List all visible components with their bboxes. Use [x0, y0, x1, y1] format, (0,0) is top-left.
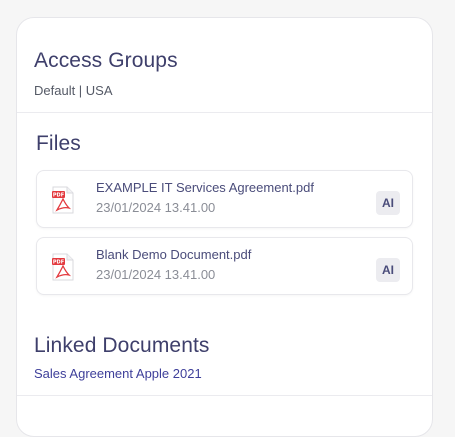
- ai-button[interactable]: AI: [376, 258, 400, 282]
- divider: [17, 395, 432, 396]
- access-groups-section: Access Groups Default | USA: [17, 18, 432, 113]
- access-groups-value: Default | USA: [34, 83, 113, 98]
- svg-text:PDF: PDF: [53, 193, 64, 199]
- details-card: Access Groups Default | USA Files PDF EX…: [16, 17, 433, 437]
- access-groups-title: Access Groups: [34, 49, 178, 72]
- file-date: 23/01/2024 13.41.00: [96, 267, 216, 282]
- files-section: Files PDF EXAMPLE IT Services Agreement.…: [17, 113, 432, 295]
- file-name[interactable]: EXAMPLE IT Services Agreement.pdf: [96, 180, 314, 196]
- file-item[interactable]: PDF EXAMPLE IT Services Agreement.pdf 23…: [36, 170, 413, 228]
- linked-documents-title: Linked Documents: [34, 334, 210, 357]
- file-name[interactable]: Blank Demo Document.pdf: [96, 247, 251, 263]
- linked-documents-section: Linked Documents Sales Agreement Apple 2…: [34, 333, 210, 382]
- files-title: Files: [36, 132, 81, 155]
- ai-button[interactable]: AI: [376, 191, 400, 215]
- file-item[interactable]: PDF Blank Demo Document.pdf 23/01/2024 1…: [36, 237, 413, 295]
- pdf-file-icon: PDF: [52, 186, 74, 214]
- svg-text:PDF: PDF: [53, 260, 64, 266]
- linked-document-link[interactable]: Sales Agreement Apple 2021: [34, 366, 210, 382]
- file-date: 23/01/2024 13.41.00: [96, 200, 216, 215]
- file-list: PDF EXAMPLE IT Services Agreement.pdf 23…: [36, 170, 413, 295]
- pdf-file-icon: PDF: [52, 253, 74, 281]
